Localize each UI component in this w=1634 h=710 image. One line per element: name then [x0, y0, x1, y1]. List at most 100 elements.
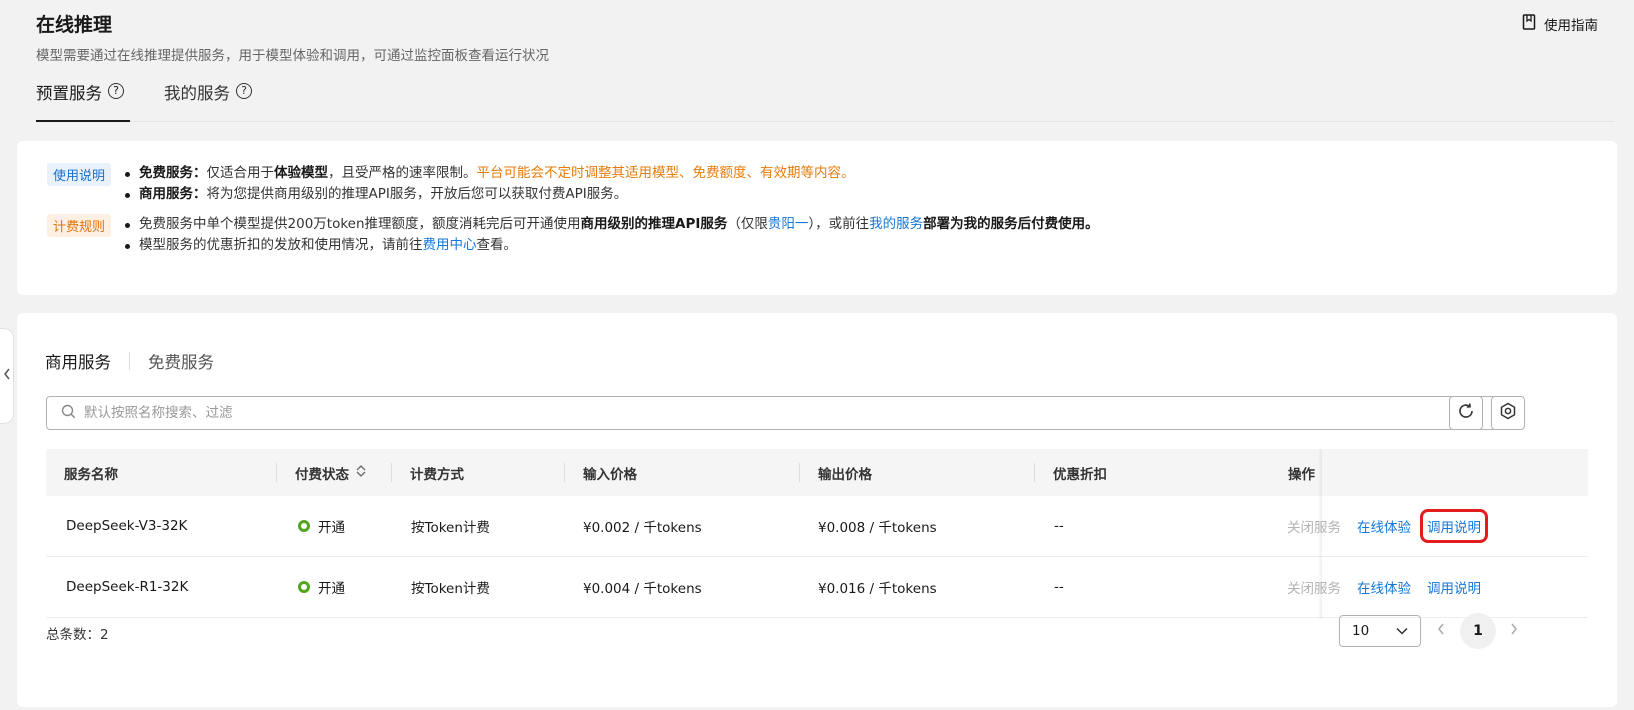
- tab-my-services[interactable]: 我的服务 ?: [164, 80, 252, 122]
- status-cell: 开通: [298, 496, 345, 556]
- prev-page-button[interactable]: [1428, 618, 1454, 644]
- status-text: 开通: [318, 581, 345, 597]
- text: ，且受严格的速率限制。: [328, 165, 477, 181]
- sidebar-collapse-handle[interactable]: [0, 328, 14, 424]
- column-header-discount: 优惠折扣: [1053, 466, 1107, 483]
- text: 查看。: [476, 237, 518, 253]
- status-cell: 开通: [298, 557, 345, 617]
- tab-free[interactable]: 免费服务: [148, 349, 214, 373]
- row-actions: 关闭服务 在线体验 调用说明: [1287, 496, 1488, 556]
- page-size-value: 10: [1352, 623, 1370, 639]
- divider: [276, 463, 277, 482]
- divider: [564, 463, 565, 482]
- billing-method: 按Token计费: [411, 520, 490, 536]
- billing-line-1: 免费服务中单个模型提供200万token推理额度，额度消耗完后可开通使用商用级别…: [123, 214, 1099, 235]
- refresh-icon: [1457, 402, 1475, 424]
- text: ），或前往: [808, 216, 870, 232]
- total-count: 总条数：2: [46, 627, 109, 643]
- output-price: ¥0.016 / 千tokens: [818, 581, 937, 597]
- book-icon: [1522, 14, 1536, 34]
- chevron-right-icon: [1510, 623, 1518, 639]
- service-table: 服务名称 付费状态 计费方式 输入价格 输出价格 优惠折扣 操作 DeepSee…: [46, 449, 1588, 619]
- next-page-button[interactable]: [1501, 618, 1527, 644]
- chevron-left-icon: [3, 368, 11, 384]
- column-header-billing: 计费方式: [410, 466, 464, 483]
- my-services-link[interactable]: 我的服务: [869, 216, 923, 232]
- notice-card: 使用说明 免费服务：仅适合用于体验模型，且受严格的速率限制。平台可能会不定时调整…: [17, 141, 1617, 295]
- text: 仅适合用于: [206, 165, 275, 181]
- api-doc-button[interactable]: 调用说明: [1420, 509, 1488, 543]
- search-icon: [61, 404, 76, 423]
- tab-label: 我的服务: [164, 84, 230, 103]
- column-header-output-price: 输出价格: [818, 466, 872, 483]
- service-name: DeepSeek-V3-32K: [66, 518, 188, 534]
- discount: --: [1054, 518, 1064, 534]
- search-box[interactable]: [46, 396, 1501, 430]
- page-header: 在线推理 模型需要通过在线推理提供服务，用于模型体验和调用，可通过监控面板查看运…: [0, 0, 1634, 124]
- column-header-input-price: 输入价格: [583, 466, 637, 483]
- service-tabs: 预置服务 ? 我的服务 ?: [36, 80, 1614, 122]
- region-link[interactable]: 贵阳一: [768, 216, 809, 232]
- status-on-icon: [298, 581, 310, 593]
- billing-method: 按Token计费: [411, 581, 490, 597]
- online-try-button[interactable]: 在线体验: [1357, 577, 1411, 597]
- billing-notice: 计费规则 免费服务中单个模型提供200万token推理额度，额度消耗完后可开通使…: [47, 214, 1099, 256]
- chevron-left-icon: [1437, 623, 1445, 639]
- usage-tag: 使用说明: [47, 163, 112, 186]
- table-row: DeepSeek-R1-32K 开通 按Token计费 ¥0.004 / 千to…: [46, 557, 1588, 618]
- sort-icon[interactable]: [355, 464, 367, 482]
- text-bold: 体验模型: [274, 165, 329, 181]
- text-bold: 部署为我的服务后付费使用。: [923, 216, 1099, 232]
- billing-center-link[interactable]: 费用中心: [423, 237, 477, 253]
- usage-line-commercial: 商用服务：将为您提供商用级别的推理API服务，开放后您可以获取付费API服务。: [123, 184, 855, 205]
- refresh-button[interactable]: [1449, 396, 1483, 430]
- help-icon[interactable]: ?: [108, 83, 124, 99]
- divider: [1034, 463, 1035, 482]
- column-header-actions: 操作: [1288, 466, 1315, 483]
- close-service-button[interactable]: 关闭服务: [1287, 577, 1341, 597]
- page-size-select[interactable]: 10: [1339, 615, 1421, 647]
- text: 将为您提供商用级别的推理API服务，开放后您可以获取付费API服务。: [206, 186, 628, 202]
- page-number-current[interactable]: 1: [1460, 613, 1496, 649]
- input-price: ¥0.004 / 千tokens: [583, 581, 702, 597]
- column-header-name: 服务名称: [64, 466, 118, 483]
- tab-commercial[interactable]: 商用服务: [45, 349, 111, 373]
- table-row: DeepSeek-V3-32K 开通 按Token计费 ¥0.002 / 千to…: [46, 496, 1588, 557]
- search-input[interactable]: [84, 405, 1500, 421]
- divider: [391, 463, 392, 482]
- sticky-column-shadow: [1318, 449, 1322, 619]
- divider: [799, 463, 800, 482]
- row-actions: 关闭服务 在线体验 调用说明: [1287, 557, 1481, 617]
- output-price: ¥0.008 / 千tokens: [818, 520, 937, 536]
- column-header-status[interactable]: 付费状态: [295, 449, 367, 496]
- label-free-service: 免费服务：: [139, 165, 207, 181]
- input-price: ¥0.002 / 千tokens: [583, 520, 702, 536]
- guide-link[interactable]: 使用指南: [1522, 14, 1598, 34]
- text: 模型服务的优惠折扣的发放和使用情况，请前往: [139, 237, 423, 253]
- gear-icon: [1499, 402, 1517, 424]
- billing-list: 免费服务中单个模型提供200万token推理额度，额度消耗完后可开通使用商用级别…: [123, 214, 1099, 256]
- settings-button[interactable]: [1491, 396, 1525, 430]
- close-service-button[interactable]: 关闭服务: [1287, 516, 1341, 536]
- divider: [129, 352, 130, 370]
- usage-notice: 使用说明 免费服务：仅适合用于体验模型，且受严格的速率限制。平台可能会不定时调整…: [47, 163, 855, 205]
- usage-list: 免费服务：仅适合用于体验模型，且受严格的速率限制。平台可能会不定时调整其适用模型…: [123, 163, 855, 205]
- service-list-card: 商用服务 免费服务 服务名称 付费状态 计费方式: [17, 313, 1617, 707]
- table-header: 服务名称 付费状态 计费方式 输入价格 输出价格 优惠折扣 操作: [46, 449, 1588, 496]
- text: 免费服务中单个模型提供200万token推理额度，额度消耗完后可开通使用: [139, 216, 581, 232]
- page-subtitle: 模型需要通过在线推理提供服务，用于模型体验和调用，可通过监控面板查看运行状况: [36, 48, 549, 64]
- warning-text: 平台可能会不定时调整其适用模型、免费额度、有效期等内容。: [476, 165, 855, 181]
- chevron-down-icon: [1396, 623, 1408, 639]
- online-try-button[interactable]: 在线体验: [1357, 516, 1411, 536]
- tab-preset-services[interactable]: 预置服务 ?: [36, 80, 130, 122]
- billing-line-2: 模型服务的优惠折扣的发放和使用情况，请前往费用中心查看。: [123, 235, 1099, 256]
- column-label: 付费状态: [295, 466, 349, 483]
- discount: --: [1054, 579, 1064, 595]
- tab-label: 预置服务: [36, 84, 102, 103]
- text: （仅限: [727, 216, 768, 232]
- status-on-icon: [298, 520, 310, 532]
- text-bold: 商用级别的推理API服务: [580, 216, 728, 232]
- api-doc-button[interactable]: 调用说明: [1427, 577, 1481, 597]
- help-icon[interactable]: ?: [236, 83, 252, 99]
- status-text: 开通: [318, 520, 345, 536]
